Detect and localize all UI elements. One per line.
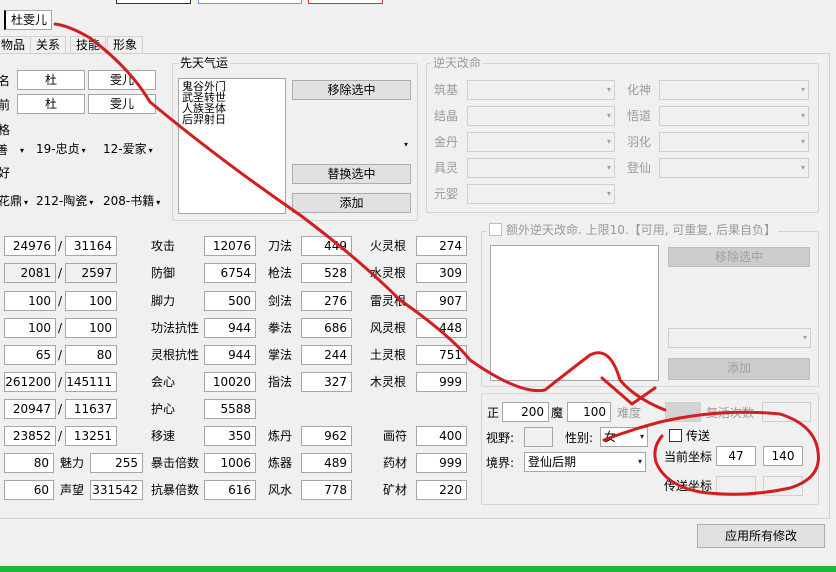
annotation-layer — [53, 22, 820, 496]
annotation-circle — [602, 410, 820, 496]
annotation-arrow-stroke — [53, 22, 667, 412]
